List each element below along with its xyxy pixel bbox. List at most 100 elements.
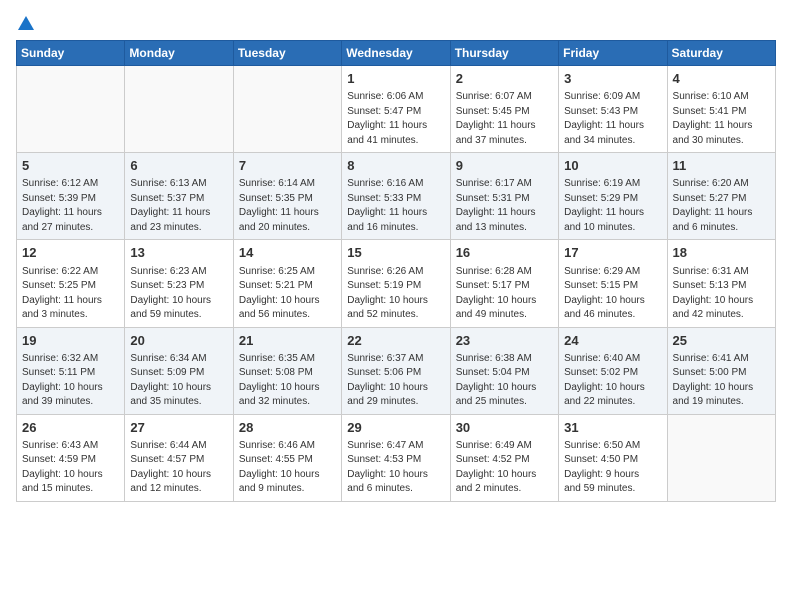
day-info: Sunrise: 6:28 AM Sunset: 5:17 PM Dayligh… [456, 265, 553, 323]
weekday-monday: Monday [125, 41, 233, 66]
calendar-week-5: 26 Sunrise: 6:43 AM Sunset: 4:59 PM Dayli… [17, 414, 776, 501]
day-number: 18 [673, 244, 770, 262]
day-info: Sunrise: 6:37 AM Sunset: 5:06 PM Dayligh… [347, 352, 444, 410]
day-number: 14 [239, 244, 336, 262]
calendar-cell: 17Sunrise: 6:29 AM Sunset: 5:15 PM Dayli… [559, 240, 667, 327]
calendar-cell: 3Sunrise: 6:09 AM Sunset: 5:43 PM Daylig… [559, 66, 667, 153]
day-info: Sunrise: 6:20 AM Sunset: 5:27 PM Dayligh… [673, 177, 770, 235]
day-info: Sunrise: 6:44 AM Sunset: 4:57 PM Dayligh… [130, 439, 227, 497]
day-info: Sunrise: 6:31 AM Sunset: 5:13 PM Dayligh… [673, 265, 770, 323]
logo-triangle-icon [18, 16, 34, 30]
day-info: Sunrise: 6:32 AM Sunset: 5:11 PM Dayligh… [22, 352, 119, 410]
calendar-cell: 8 Sunrise: 6:16 AM Sunset: 5:33 PM Daylig… [342, 153, 450, 240]
day-info: Sunrise: 6:47 AM Sunset: 4:53 PM Dayligh… [347, 439, 444, 497]
day-number: 15 [347, 244, 444, 262]
calendar-week-1: 1 Sunrise: 6:06 AM Sunset: 5:47 PM Daylig… [17, 66, 776, 153]
weekday-saturday: Saturday [667, 41, 775, 66]
day-number: 24 [564, 332, 661, 350]
day-info: Sunrise: 6:22 AM Sunset: 5:25 PM Dayligh… [22, 265, 119, 323]
day-number: 29 [347, 419, 444, 437]
day-number: 21 [239, 332, 336, 350]
day-number: 11 [673, 157, 770, 175]
calendar-cell: 30 Sunrise: 6:49 AM Sunset: 4:52 PM Dayli… [450, 414, 558, 501]
calendar-table: SundayMondayTuesdayWednesdayThursdayFrid… [16, 40, 776, 502]
day-number: 30 [456, 419, 553, 437]
day-number: 7 [239, 157, 336, 175]
calendar-cell: 20 Sunrise: 6:34 AM Sunset: 5:09 PM Dayli… [125, 327, 233, 414]
day-info: Sunrise: 6:19 AM Sunset: 5:29 PM Dayligh… [564, 177, 661, 235]
day-info: Sunrise: 6:25 AM Sunset: 5:21 PM Dayligh… [239, 265, 336, 323]
day-number: 20 [130, 332, 227, 350]
page-header [16, 16, 776, 30]
calendar-cell: 22 Sunrise: 6:37 AM Sunset: 5:06 PM Dayli… [342, 327, 450, 414]
calendar-cell: 9 Sunrise: 6:17 AM Sunset: 5:31 PM Daylig… [450, 153, 558, 240]
day-info: Sunrise: 6:35 AM Sunset: 5:08 PM Dayligh… [239, 352, 336, 410]
day-info: Sunrise: 6:12 AM Sunset: 5:39 PM Dayligh… [22, 177, 119, 235]
day-number: 1 [347, 70, 444, 88]
weekday-header-row: SundayMondayTuesdayWednesdayThursdayFrid… [17, 41, 776, 66]
calendar-cell: 23 Sunrise: 6:38 AM Sunset: 5:04 PM Dayli… [450, 327, 558, 414]
calendar-cell: 16 Sunrise: 6:28 AM Sunset: 5:17 PM Dayli… [450, 240, 558, 327]
day-info: Sunrise: 6:41 AM Sunset: 5:00 PM Dayligh… [673, 352, 770, 410]
weekday-tuesday: Tuesday [233, 41, 341, 66]
calendar-cell: 31Sunrise: 6:50 AM Sunset: 4:50 PM Dayli… [559, 414, 667, 501]
calendar-cell: 21 Sunrise: 6:35 AM Sunset: 5:08 PM Dayli… [233, 327, 341, 414]
calendar-week-2: 5 Sunrise: 6:12 AM Sunset: 5:39 PM Daylig… [17, 153, 776, 240]
day-number: 9 [456, 157, 553, 175]
day-info: Sunrise: 6:07 AM Sunset: 5:45 PM Dayligh… [456, 90, 553, 148]
day-info: Sunrise: 6:34 AM Sunset: 5:09 PM Dayligh… [130, 352, 227, 410]
day-info: Sunrise: 6:14 AM Sunset: 5:35 PM Dayligh… [239, 177, 336, 235]
day-number: 23 [456, 332, 553, 350]
day-number: 22 [347, 332, 444, 350]
day-info: Sunrise: 6:16 AM Sunset: 5:33 PM Dayligh… [347, 177, 444, 235]
day-number: 27 [130, 419, 227, 437]
day-info: Sunrise: 6:49 AM Sunset: 4:52 PM Dayligh… [456, 439, 553, 497]
calendar-cell: 5 Sunrise: 6:12 AM Sunset: 5:39 PM Daylig… [17, 153, 125, 240]
calendar-cell [17, 66, 125, 153]
calendar-cell: 27 Sunrise: 6:44 AM Sunset: 4:57 PM Dayli… [125, 414, 233, 501]
calendar-cell: 6Sunrise: 6:13 AM Sunset: 5:37 PM Daylig… [125, 153, 233, 240]
calendar-cell: 19Sunrise: 6:32 AM Sunset: 5:11 PM Dayli… [17, 327, 125, 414]
day-number: 28 [239, 419, 336, 437]
calendar-week-3: 12Sunrise: 6:22 AM Sunset: 5:25 PM Dayli… [17, 240, 776, 327]
calendar-cell: 11 Sunrise: 6:20 AM Sunset: 5:27 PM Dayli… [667, 153, 775, 240]
day-number: 26 [22, 419, 119, 437]
calendar-cell [667, 414, 775, 501]
day-info: Sunrise: 6:23 AM Sunset: 5:23 PM Dayligh… [130, 265, 227, 323]
calendar-cell: 1 Sunrise: 6:06 AM Sunset: 5:47 PM Daylig… [342, 66, 450, 153]
calendar-cell: 13Sunrise: 6:23 AM Sunset: 5:23 PM Dayli… [125, 240, 233, 327]
calendar-cell: 25Sunrise: 6:41 AM Sunset: 5:00 PM Dayli… [667, 327, 775, 414]
weekday-wednesday: Wednesday [342, 41, 450, 66]
day-info: Sunrise: 6:17 AM Sunset: 5:31 PM Dayligh… [456, 177, 553, 235]
calendar-cell [233, 66, 341, 153]
logo [16, 16, 34, 30]
calendar-cell [125, 66, 233, 153]
calendar-cell: 29 Sunrise: 6:47 AM Sunset: 4:53 PM Dayli… [342, 414, 450, 501]
day-number: 8 [347, 157, 444, 175]
calendar-week-4: 19Sunrise: 6:32 AM Sunset: 5:11 PM Dayli… [17, 327, 776, 414]
day-info: Sunrise: 6:09 AM Sunset: 5:43 PM Dayligh… [564, 90, 661, 148]
day-info: Sunrise: 6:40 AM Sunset: 5:02 PM Dayligh… [564, 352, 661, 410]
day-info: Sunrise: 6:43 AM Sunset: 4:59 PM Dayligh… [22, 439, 119, 497]
day-number: 17 [564, 244, 661, 262]
calendar-cell: 24 Sunrise: 6:40 AM Sunset: 5:02 PM Dayli… [559, 327, 667, 414]
calendar-cell: 15 Sunrise: 6:26 AM Sunset: 5:19 PM Dayli… [342, 240, 450, 327]
day-number: 4 [673, 70, 770, 88]
day-number: 16 [456, 244, 553, 262]
day-info: Sunrise: 6:38 AM Sunset: 5:04 PM Dayligh… [456, 352, 553, 410]
calendar-cell: 28Sunrise: 6:46 AM Sunset: 4:55 PM Dayli… [233, 414, 341, 501]
calendar-cell: 2Sunrise: 6:07 AM Sunset: 5:45 PM Daylig… [450, 66, 558, 153]
day-info: Sunrise: 6:06 AM Sunset: 5:47 PM Dayligh… [347, 90, 444, 148]
weekday-thursday: Thursday [450, 41, 558, 66]
calendar-body: 1 Sunrise: 6:06 AM Sunset: 5:47 PM Daylig… [17, 66, 776, 502]
calendar-cell: 12Sunrise: 6:22 AM Sunset: 5:25 PM Dayli… [17, 240, 125, 327]
day-info: Sunrise: 6:26 AM Sunset: 5:19 PM Dayligh… [347, 265, 444, 323]
day-number: 31 [564, 419, 661, 437]
calendar-cell: 26 Sunrise: 6:43 AM Sunset: 4:59 PM Dayli… [17, 414, 125, 501]
calendar-cell: 18 Sunrise: 6:31 AM Sunset: 5:13 PM Dayli… [667, 240, 775, 327]
calendar-cell: 10 Sunrise: 6:19 AM Sunset: 5:29 PM Dayli… [559, 153, 667, 240]
day-number: 10 [564, 157, 661, 175]
weekday-friday: Friday [559, 41, 667, 66]
day-number: 5 [22, 157, 119, 175]
weekday-sunday: Sunday [17, 41, 125, 66]
